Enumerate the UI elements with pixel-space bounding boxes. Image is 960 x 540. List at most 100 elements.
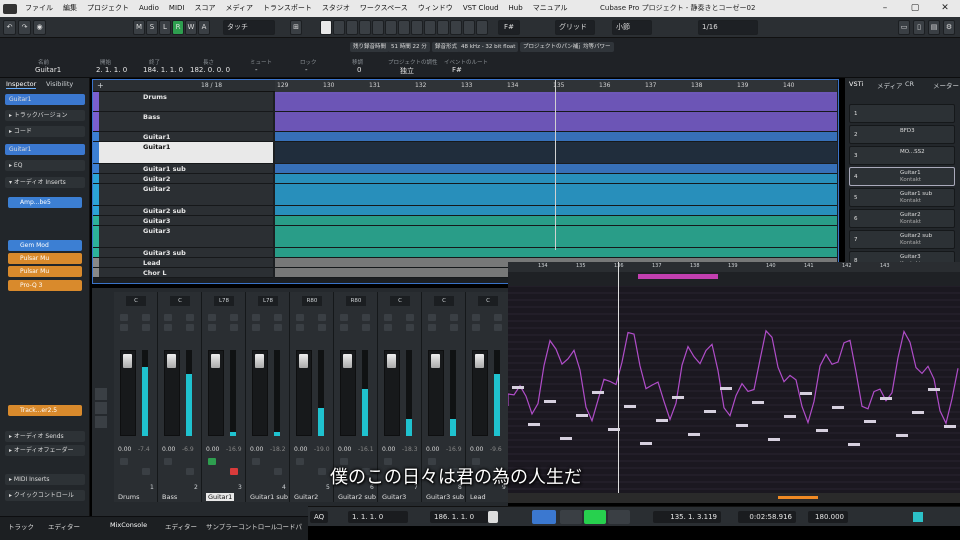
channel-name[interactable]: Bass: [162, 493, 177, 501]
scroll-thumb[interactable]: [778, 496, 818, 499]
mixer-m-button[interactable]: [208, 314, 216, 321]
event-lane[interactable]: [275, 132, 837, 142]
event-lane[interactable]: [275, 142, 837, 164]
mixer-r-button[interactable]: [362, 324, 370, 331]
mixer-m-button[interactable]: [340, 314, 348, 321]
midi-note[interactable]: [832, 406, 844, 409]
mixer-s-button[interactable]: [186, 314, 194, 321]
insert-slot[interactable]: Track...er2.5: [8, 405, 82, 416]
play-button[interactable]: [584, 510, 606, 524]
vsti-slot[interactable]: 4 Guitar1 Kontakt: [849, 167, 955, 186]
midi-note[interactable]: [704, 410, 716, 413]
tab-lower-editor[interactable]: エディター: [165, 521, 197, 531]
insert-slot[interactable]: Pulsar Mu: [8, 266, 82, 277]
mode-button-w[interactable]: W: [185, 20, 197, 35]
vsti-slot[interactable]: 7 Guitar2 sub Kontakt: [849, 230, 955, 249]
mixer-l-button[interactable]: [120, 324, 128, 331]
menu-item[interactable]: トランスポート: [258, 0, 317, 17]
fader-cap[interactable]: [475, 354, 484, 368]
track-name[interactable]: Bass: [143, 113, 160, 121]
channel-name[interactable]: Guitar1 sub: [250, 493, 288, 501]
tab-mixconsole[interactable]: MixConsole: [110, 521, 147, 529]
mode-button-m[interactable]: M: [133, 20, 145, 35]
aq-button[interactable]: AQ: [310, 511, 329, 523]
menu-item[interactable]: Audio: [134, 0, 164, 17]
fader-cap[interactable]: [431, 354, 440, 368]
left-locator[interactable]: 1. 1. 1. 0: [348, 511, 408, 523]
midi-note[interactable]: [672, 396, 684, 399]
glue-tool-icon[interactable]: [359, 20, 371, 35]
event-lane[interactable]: [275, 216, 837, 226]
section-eq[interactable]: ▸ EQ: [5, 160, 85, 171]
menu-item[interactable]: メディア: [220, 0, 258, 17]
insert-slot[interactable]: Amp...be5: [8, 197, 82, 208]
mixer-m-button[interactable]: [296, 314, 304, 321]
mode-button-s[interactable]: S: [146, 20, 158, 35]
view-icon[interactable]: [95, 388, 107, 400]
midi-note[interactable]: [768, 438, 780, 441]
mixer-r-button[interactable]: [142, 324, 150, 331]
menu-item[interactable]: スタジオ: [317, 0, 355, 17]
fader-cap[interactable]: [299, 354, 308, 368]
fader-cap[interactable]: [123, 354, 132, 368]
link-icon[interactable]: [95, 402, 107, 414]
track-row[interactable]: Guitar3 sub: [93, 248, 273, 258]
read-button[interactable]: [120, 458, 128, 465]
midi-note[interactable]: [640, 442, 652, 445]
track-name[interactable]: Guitar2: [143, 185, 170, 193]
mixer-r-button[interactable]: [186, 324, 194, 331]
mode-value[interactable]: 独立: [400, 66, 414, 76]
midi-note[interactable]: [816, 429, 828, 432]
minimize-button[interactable]: –: [870, 0, 900, 17]
right-tab[interactable]: メーター: [933, 80, 959, 90]
mixer-r-button[interactable]: [318, 324, 326, 331]
mixer-s-button[interactable]: [362, 314, 370, 321]
midi-note[interactable]: [864, 420, 876, 423]
time-warp-tool-icon[interactable]: [411, 20, 423, 35]
track-name[interactable]: Guitar1: [143, 133, 170, 141]
mixer-m-button[interactable]: [428, 314, 436, 321]
position-bars[interactable]: 135. 1. 3.119: [653, 511, 721, 523]
channel-name[interactable]: Guitar3 sub: [426, 493, 464, 501]
read-button[interactable]: [208, 458, 216, 465]
vsti-slot[interactable]: 1: [849, 104, 955, 123]
midi-note[interactable]: [656, 419, 668, 422]
track-name[interactable]: Guitar1 sub: [143, 165, 186, 173]
section-audio-fader[interactable]: ▸ オーディオフェーダー: [5, 445, 85, 456]
mixer-m-button[interactable]: [120, 314, 128, 321]
mixer-m-button[interactable]: [252, 314, 260, 321]
constrain-icon[interactable]: ⊞: [290, 20, 302, 35]
fader-cap[interactable]: [211, 354, 220, 368]
mixer-l-button[interactable]: [384, 324, 392, 331]
channel-name[interactable]: Guitar2: [294, 493, 318, 501]
event-lane[interactable]: [275, 174, 837, 184]
root-value[interactable]: F#: [452, 66, 462, 74]
midi-note[interactable]: [720, 387, 732, 390]
mixer-s-button[interactable]: [406, 314, 414, 321]
track-row[interactable]: Guitar1: [93, 132, 273, 142]
event-lane[interactable]: [275, 206, 837, 216]
mute-value[interactable]: -: [255, 66, 258, 74]
mixer-s-button[interactable]: [274, 314, 282, 321]
mixer-r-button[interactable]: [274, 324, 282, 331]
track-row[interactable]: Lead: [93, 258, 273, 268]
menu-item[interactable]: Hub: [504, 0, 528, 17]
vsti-slot[interactable]: 5 Guitar1 sub Kontakt: [849, 188, 955, 207]
pan-display[interactable]: L78: [258, 296, 278, 306]
right-locator[interactable]: 186. 1. 1. 0: [430, 511, 488, 523]
channel-name[interactable]: Guitar2 sub: [338, 493, 376, 501]
midi-note[interactable]: [528, 423, 540, 426]
menu-item[interactable]: 編集: [58, 0, 82, 17]
insert-slot[interactable]: Gem Mod: [8, 240, 82, 251]
lock-icon[interactable]: [488, 511, 498, 523]
vsti-slot[interactable]: 6 Guitar2 Kontakt: [849, 209, 955, 228]
record-enable-button[interactable]: [274, 468, 282, 475]
pan-display[interactable]: R80: [302, 296, 322, 306]
record-button[interactable]: [608, 510, 630, 524]
play-tool-icon[interactable]: [450, 20, 462, 35]
inspector-track-name[interactable]: Guitar1: [5, 94, 85, 105]
mixer-r-button[interactable]: [450, 324, 458, 331]
channel-name[interactable]: Drums: [118, 493, 140, 501]
mixer-s-button[interactable]: [142, 314, 150, 321]
pointer-tool-icon[interactable]: [320, 20, 332, 35]
